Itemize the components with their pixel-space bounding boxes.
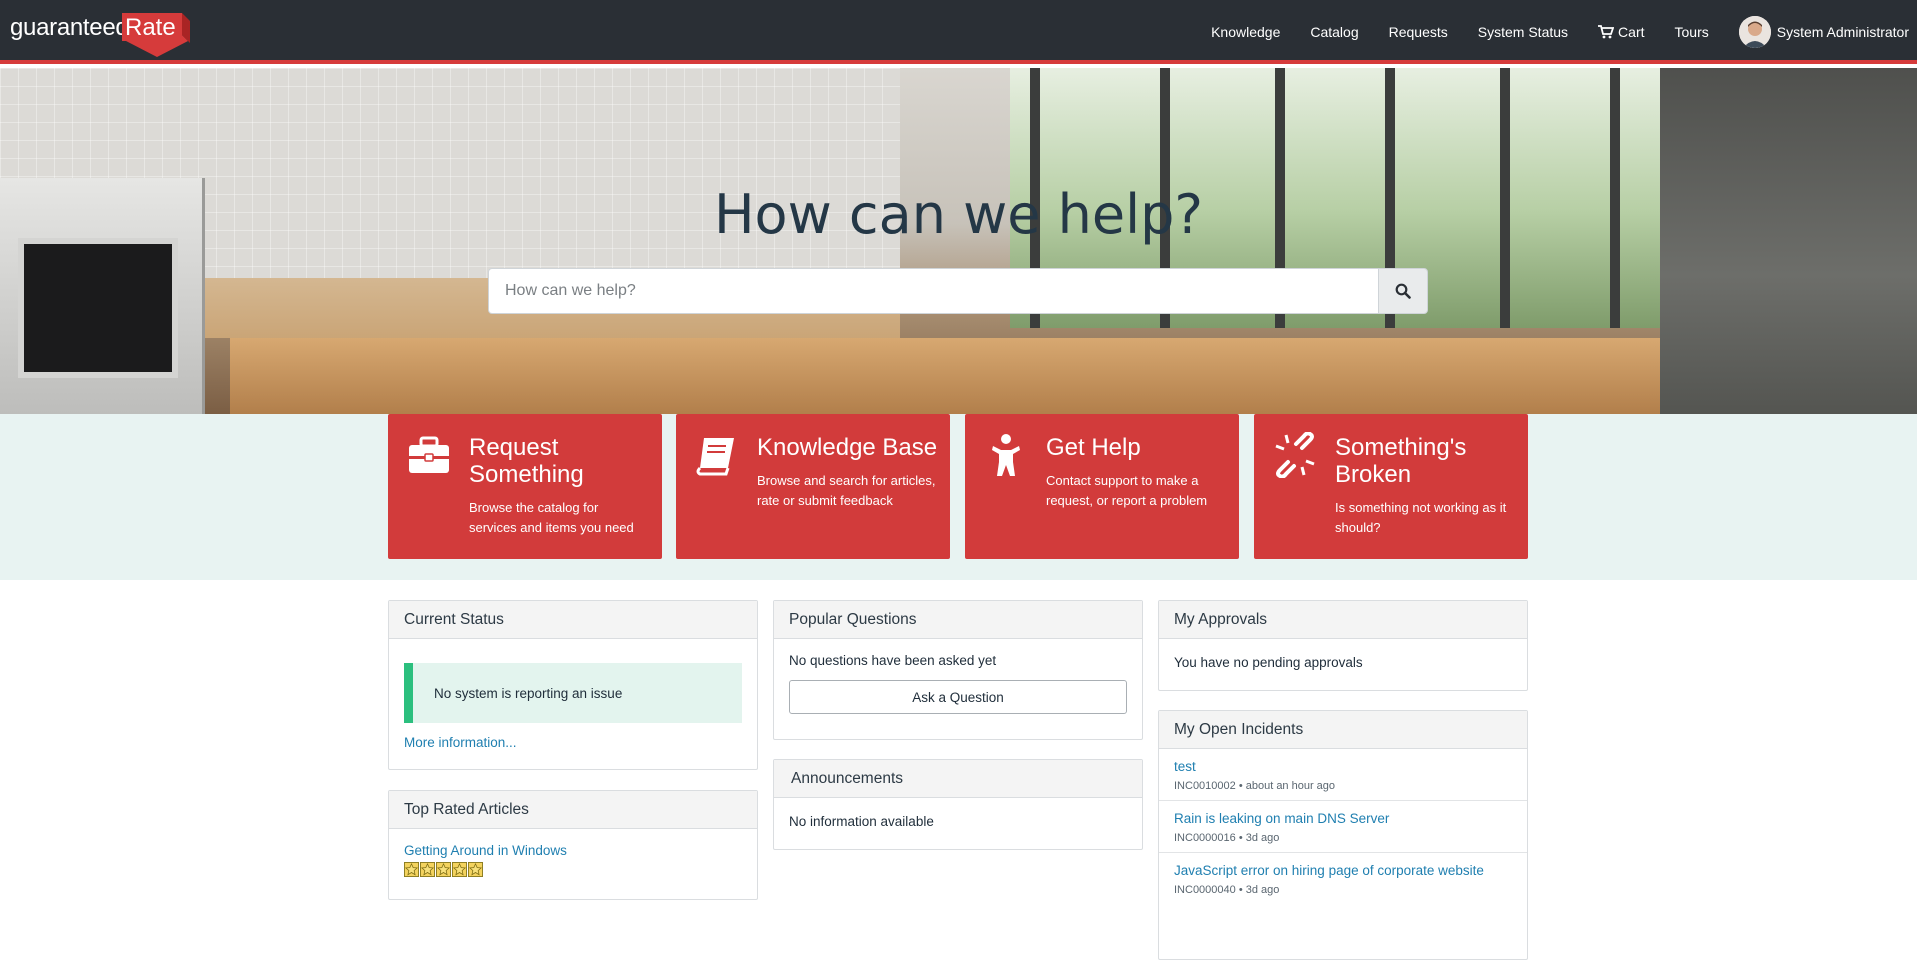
list-item: Rain is leaking on main DNS Server INC00… (1159, 800, 1527, 852)
logo-text-guaranteed: guaranteed (10, 14, 129, 41)
incidents-list: test INC0010002 • about an hour ago Rain… (1159, 749, 1527, 904)
panel-title: Popular Questions (774, 601, 1142, 639)
hero-title: How can we help? (713, 183, 1204, 246)
panel-title: Current Status (389, 601, 757, 639)
hero-counter (230, 338, 1660, 414)
book-icon (696, 438, 734, 476)
star-icon (404, 862, 419, 877)
more-information-link[interactable]: More information... (404, 735, 517, 750)
search-input[interactable] (488, 268, 1378, 314)
nav-requests[interactable]: Requests (1389, 24, 1448, 40)
incident-link[interactable]: JavaScript error on hiring page of corpo… (1174, 863, 1512, 878)
status-message: No system is reporting an issue (404, 663, 742, 723)
hero-banner: How can we help? (0, 68, 1917, 414)
nav-tours[interactable]: Tours (1675, 24, 1709, 40)
tile-description: Contact support to make a request, or re… (1046, 473, 1208, 508)
avatar (1738, 16, 1771, 48)
main-nav: Knowledge Catalog Requests System Status… (1181, 0, 1909, 64)
incident-meta: INC0010002 • about an hour ago (1174, 780, 1336, 792)
star-icon (468, 862, 483, 877)
tile-description: Browse and search for articles, rate or … (757, 473, 936, 508)
person-icon (992, 434, 1020, 476)
my-open-incidents-panel: My Open Incidents test INC0010002 • abou… (1158, 710, 1528, 960)
announcements-panel: Announcements No information available (773, 759, 1143, 850)
tile-knowledge-base[interactable]: Knowledge Base Browse and search for art… (676, 414, 950, 559)
approvals-message: You have no pending approvals (1174, 655, 1363, 670)
article-link[interactable]: Getting Around in Windows (404, 843, 567, 858)
quick-actions-band (0, 414, 1917, 580)
current-status-panel: Current Status No system is reporting an… (388, 600, 758, 770)
panel-title: My Approvals (1159, 601, 1527, 639)
nav-system-status[interactable]: System Status (1478, 24, 1568, 40)
top-rated-articles-panel: Top Rated Articles Getting Around in Win… (388, 790, 758, 900)
nav-catalog[interactable]: Catalog (1310, 24, 1358, 40)
incident-link[interactable]: test (1174, 759, 1512, 774)
tile-title: Get Help (1046, 434, 1141, 461)
star-rating (404, 862, 742, 877)
list-item: test INC0010002 • about an hour ago (1159, 749, 1527, 800)
tile-description: Is something not working as it should? (1335, 500, 1507, 535)
star-icon (452, 862, 467, 877)
status-message-text: No system is reporting an issue (434, 685, 623, 701)
cart-icon (1598, 25, 1615, 39)
tile-description: Browse the catalog for services and item… (469, 500, 634, 535)
tile-title: Something's Broken (1335, 434, 1467, 488)
announcements-message: No information available (789, 814, 934, 829)
popular-questions-panel: Popular Questions No questions have been… (773, 600, 1143, 740)
tile-request-something[interactable]: Request Something Browse the catalog for… (388, 414, 662, 559)
tile-title: Request Something (469, 434, 584, 488)
logo-text-rate: Rate (125, 14, 176, 41)
tile-title: Knowledge Base (757, 434, 938, 461)
incident-meta: INC0000016 • 3d ago (1174, 832, 1280, 844)
panel-title: Top Rated Articles (389, 791, 757, 829)
user-menu[interactable]: System Administrator (1738, 16, 1909, 48)
broken-link-icon (1275, 432, 1315, 478)
incident-link[interactable]: Rain is leaking on main DNS Server (1174, 811, 1512, 826)
panel-title: My Open Incidents (1159, 711, 1527, 749)
nav-cart[interactable]: Cart (1598, 24, 1645, 40)
logo-rate-badge: Rate (122, 13, 190, 57)
star-icon (436, 862, 451, 877)
search-bar (488, 268, 1428, 314)
incident-meta: INC0000040 • 3d ago (1174, 884, 1280, 896)
nav-cart-label: Cart (1618, 24, 1645, 40)
nav-knowledge[interactable]: Knowledge (1211, 24, 1280, 40)
briefcase-icon (409, 436, 449, 473)
search-icon (1395, 283, 1411, 299)
popular-questions-message: No questions have been asked yet (789, 653, 997, 668)
my-approvals-panel: My Approvals You have no pending approva… (1158, 600, 1528, 691)
tile-get-help[interactable]: Get Help Contact support to make a reque… (965, 414, 1239, 559)
brand-logo[interactable]: guaranteed Rate (10, 10, 210, 58)
user-avatar-icon (1738, 16, 1771, 48)
top-navigation-bar: guaranteed Rate Knowledge Catalog Reques… (0, 0, 1917, 64)
list-item: JavaScript error on hiring page of corpo… (1159, 852, 1527, 904)
user-name: System Administrator (1776, 24, 1909, 40)
star-icon (420, 862, 435, 877)
panel-title: Announcements (774, 760, 1142, 798)
ask-question-button[interactable]: Ask a Question (789, 680, 1127, 714)
search-button[interactable] (1378, 268, 1428, 314)
tile-somethings-broken[interactable]: Something's Broken Is something not work… (1254, 414, 1528, 559)
